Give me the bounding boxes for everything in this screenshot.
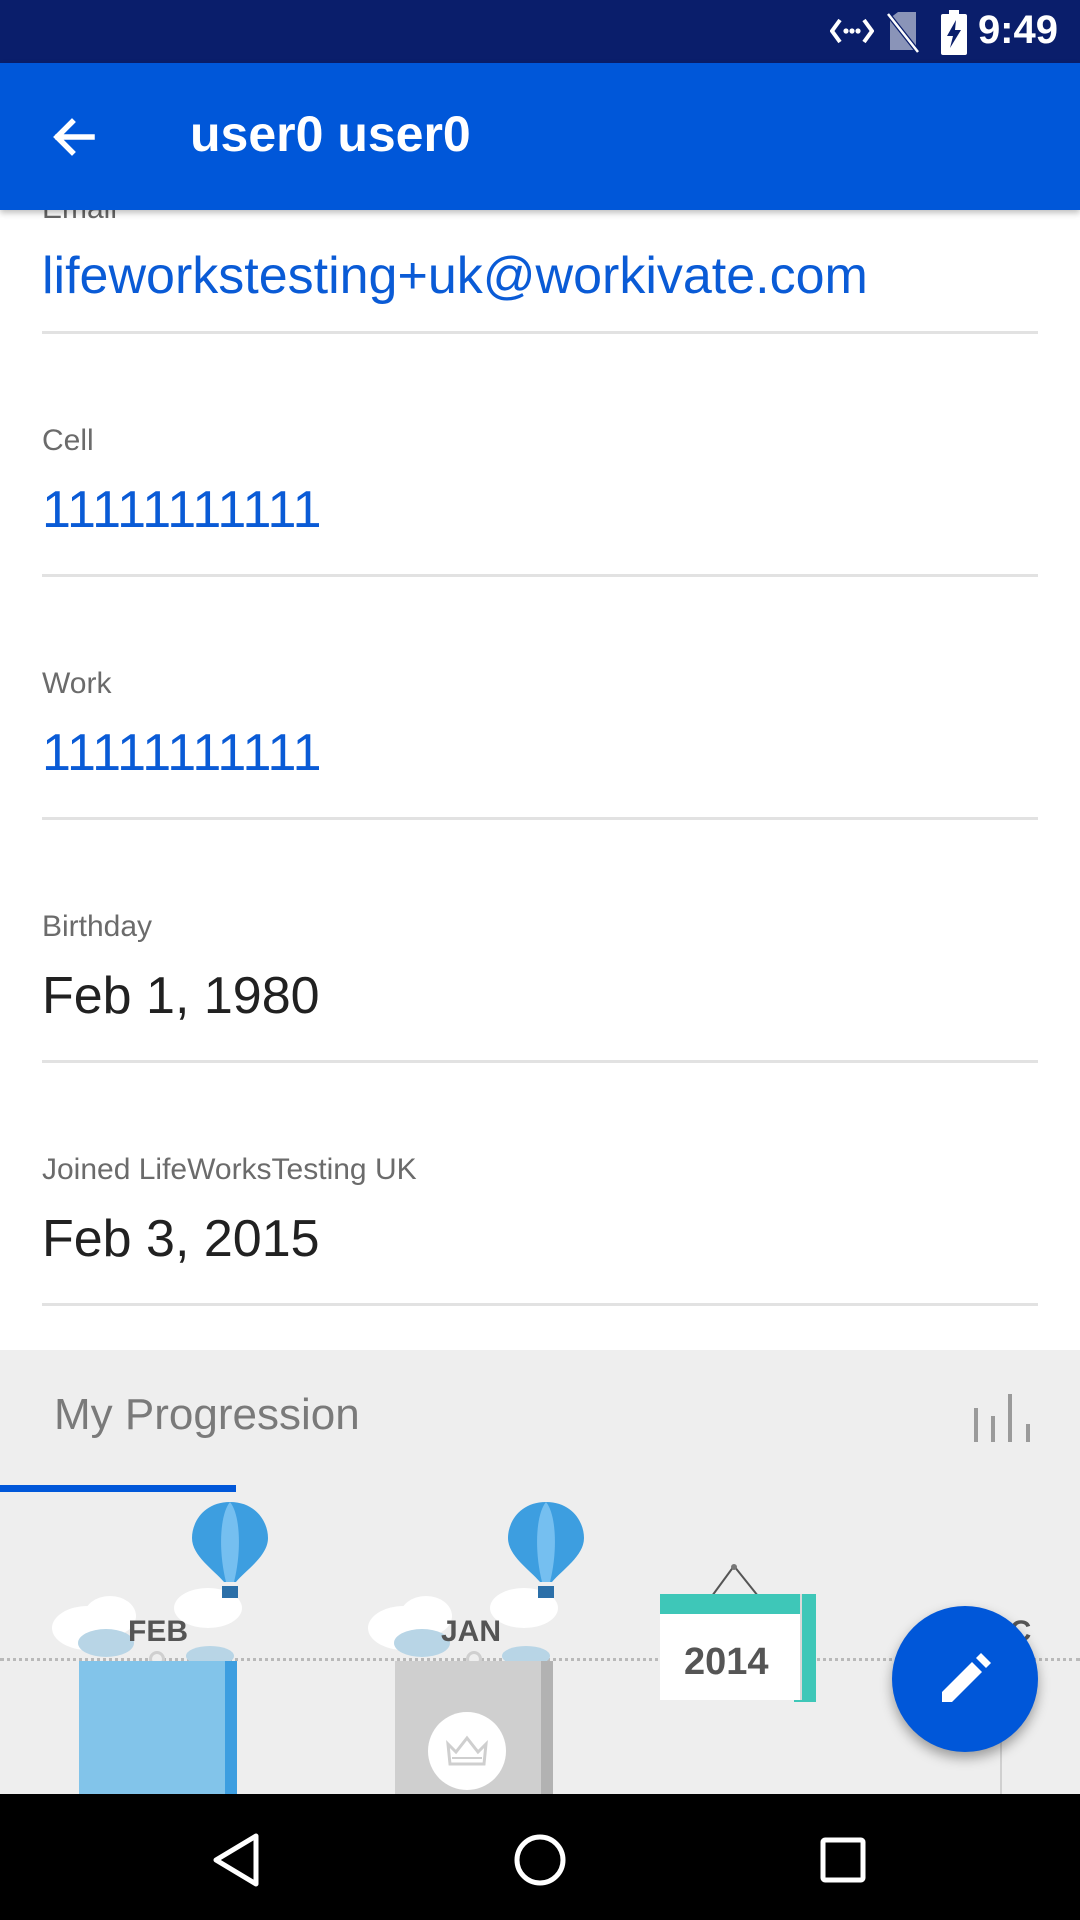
cell-field: Cell 11111111111 xyxy=(42,424,1038,540)
home-circle-icon xyxy=(514,1834,566,1886)
progression-tab-indicator xyxy=(0,1485,236,1492)
email-value[interactable]: lifeworkstesting+uk@workivate.com xyxy=(42,246,1038,306)
edit-fab-button[interactable] xyxy=(892,1606,1038,1752)
battery-charging-icon xyxy=(940,10,968,61)
divider xyxy=(42,1303,1038,1306)
hot-air-balloon-icon xyxy=(508,1502,584,1598)
recents-square-icon xyxy=(820,1837,866,1883)
back-button[interactable] xyxy=(38,101,110,173)
joined-value: Feb 3, 2015 xyxy=(42,1210,320,1268)
timeline-year-label: 2014 xyxy=(684,1641,769,1683)
birthday-field: Birthday Feb 1, 1980 xyxy=(42,910,1038,1026)
status-time: 9:49 xyxy=(977,8,1058,52)
divider xyxy=(42,1060,1038,1063)
page-title: user0 user0 xyxy=(190,106,471,162)
joined-field: Joined LifeWorksTesting UK Feb 3, 2015 xyxy=(42,1153,1038,1269)
cell-label: Cell xyxy=(42,424,94,457)
navigation-bar xyxy=(0,1794,1080,1920)
work-label: Work xyxy=(42,667,112,700)
timeline-bar-feb[interactable] xyxy=(79,1661,237,1794)
divider xyxy=(42,574,1038,577)
work-field: Work 11111111111 xyxy=(42,667,1038,783)
cell-value[interactable]: 11111111111 xyxy=(42,480,1038,540)
birthday-label: Birthday xyxy=(42,910,153,943)
divider xyxy=(42,331,1038,334)
calendar-year-icon xyxy=(660,1564,816,1702)
crown-badge-icon xyxy=(428,1712,506,1790)
nav-back-button[interactable] xyxy=(196,1820,276,1900)
status-bar: 9:49 xyxy=(0,0,1080,63)
back-triangle-icon xyxy=(213,1833,259,1887)
progression-title: My Progression xyxy=(54,1390,360,1439)
birthday-value: Feb 1, 1980 xyxy=(42,967,320,1025)
nav-home-button[interactable] xyxy=(500,1820,580,1900)
no-sim-icon xyxy=(886,10,920,59)
arrow-back-icon xyxy=(53,118,95,156)
screen: 9:49 user0 user0 Email lifeworkstesting+… xyxy=(0,0,1080,1920)
timeline-month-label: JAN xyxy=(441,1615,502,1648)
nav-recents-button[interactable] xyxy=(803,1820,883,1900)
bar-chart-icon[interactable] xyxy=(972,1390,1034,1444)
email-field: lifeworkstesting+uk@workivate.com xyxy=(42,246,1038,306)
timeline-month-label: FEB xyxy=(128,1615,188,1648)
hot-air-balloon-icon xyxy=(192,1502,268,1598)
divider xyxy=(42,817,1038,820)
app-bar: user0 user0 xyxy=(0,63,1080,210)
joined-label: Joined LifeWorksTesting UK xyxy=(42,1153,417,1186)
edit-pencil-icon xyxy=(942,1653,991,1702)
work-value[interactable]: 11111111111 xyxy=(42,723,1038,783)
data-sync-icon xyxy=(829,14,875,53)
